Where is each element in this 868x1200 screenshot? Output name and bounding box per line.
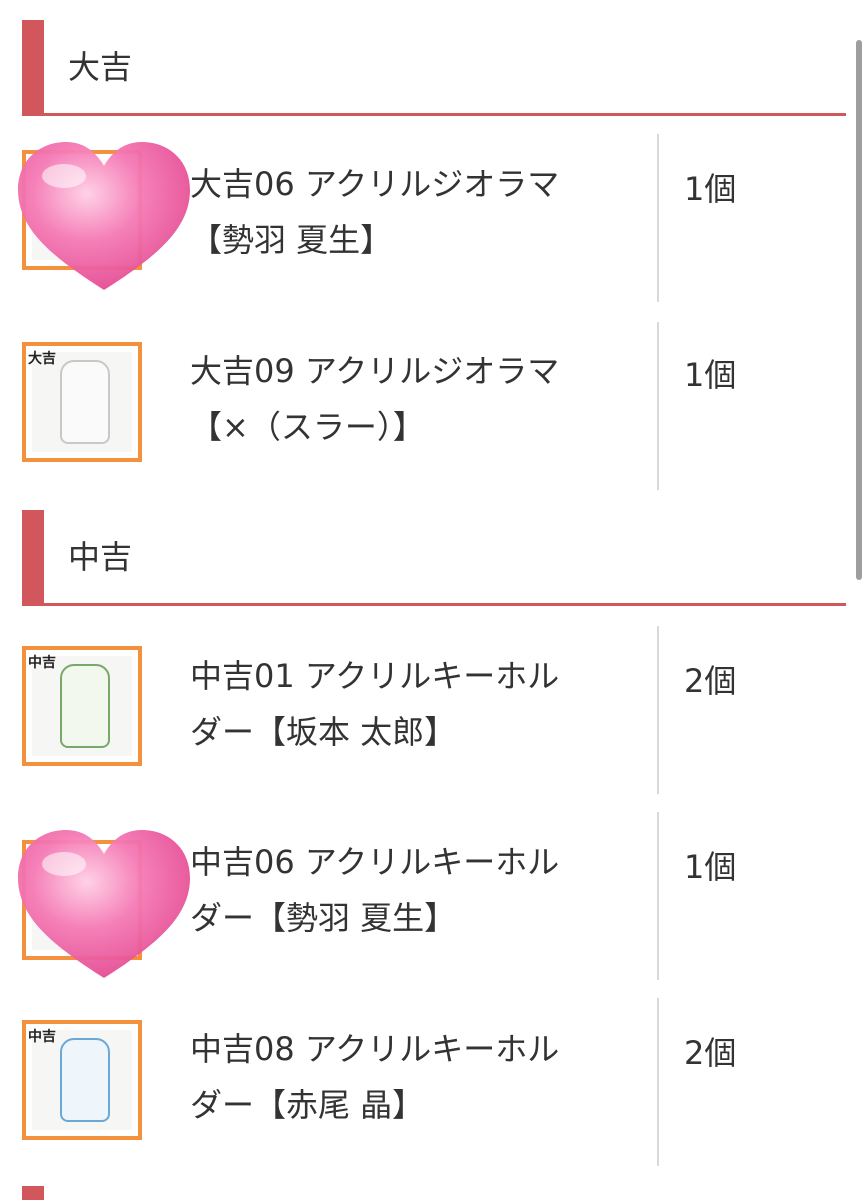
section-header-chukichi: 中吉 <box>22 510 846 606</box>
item-quantity: 1個 <box>684 848 737 886</box>
item-thumbnail: 中吉 <box>22 646 142 766</box>
item-quantity: 2個 <box>684 662 737 700</box>
column-divider <box>657 812 659 980</box>
item-quantity: 1個 <box>684 170 737 208</box>
item-quantity: 1個 <box>684 356 737 394</box>
thumbnail-tag: 中吉 <box>28 655 56 671</box>
section-header-daikichi: 大吉 <box>22 20 846 116</box>
column-divider <box>657 134 659 302</box>
item-name: 中吉08 アクリルキーホル ダー【赤尾 晶】 <box>190 1030 560 1124</box>
section-divider <box>22 113 846 116</box>
item-name: 中吉06 アクリルキーホル ダー【勢羽 夏生】 <box>190 843 560 937</box>
next-section-accent-bar <box>22 1186 44 1200</box>
section-accent-bar <box>22 510 44 604</box>
column-divider <box>657 998 659 1166</box>
item-quantity: 2個 <box>684 1034 737 1072</box>
scrollbar[interactable] <box>856 40 862 580</box>
item-thumbnail: 大吉 <box>22 342 142 462</box>
acrylic-figure-image <box>60 1038 110 1122</box>
item-name: 中吉01 アクリルキーホル ダー【坂本 太郎】 <box>190 657 560 751</box>
section-accent-bar <box>22 20 44 114</box>
acrylic-figure-image <box>60 360 110 444</box>
heart-sticker-icon <box>18 830 190 978</box>
item-thumbnail: 中吉 <box>22 1020 142 1140</box>
item-name: 大吉09 アクリルジオラマ 【×（スラー）】 <box>190 352 560 446</box>
column-divider <box>657 626 659 794</box>
thumbnail-tag: 大吉 <box>28 351 56 367</box>
heart-sticker-icon <box>18 142 190 290</box>
thumbnail-tag: 中吉 <box>28 1029 56 1045</box>
acrylic-figure-image <box>60 664 110 748</box>
item-name: 大吉06 アクリルジオラマ 【勢羽 夏生】 <box>190 165 560 259</box>
section-divider <box>22 603 846 606</box>
section-title: 大吉 <box>68 48 133 86</box>
column-divider <box>657 322 659 490</box>
section-title: 中吉 <box>68 538 133 576</box>
